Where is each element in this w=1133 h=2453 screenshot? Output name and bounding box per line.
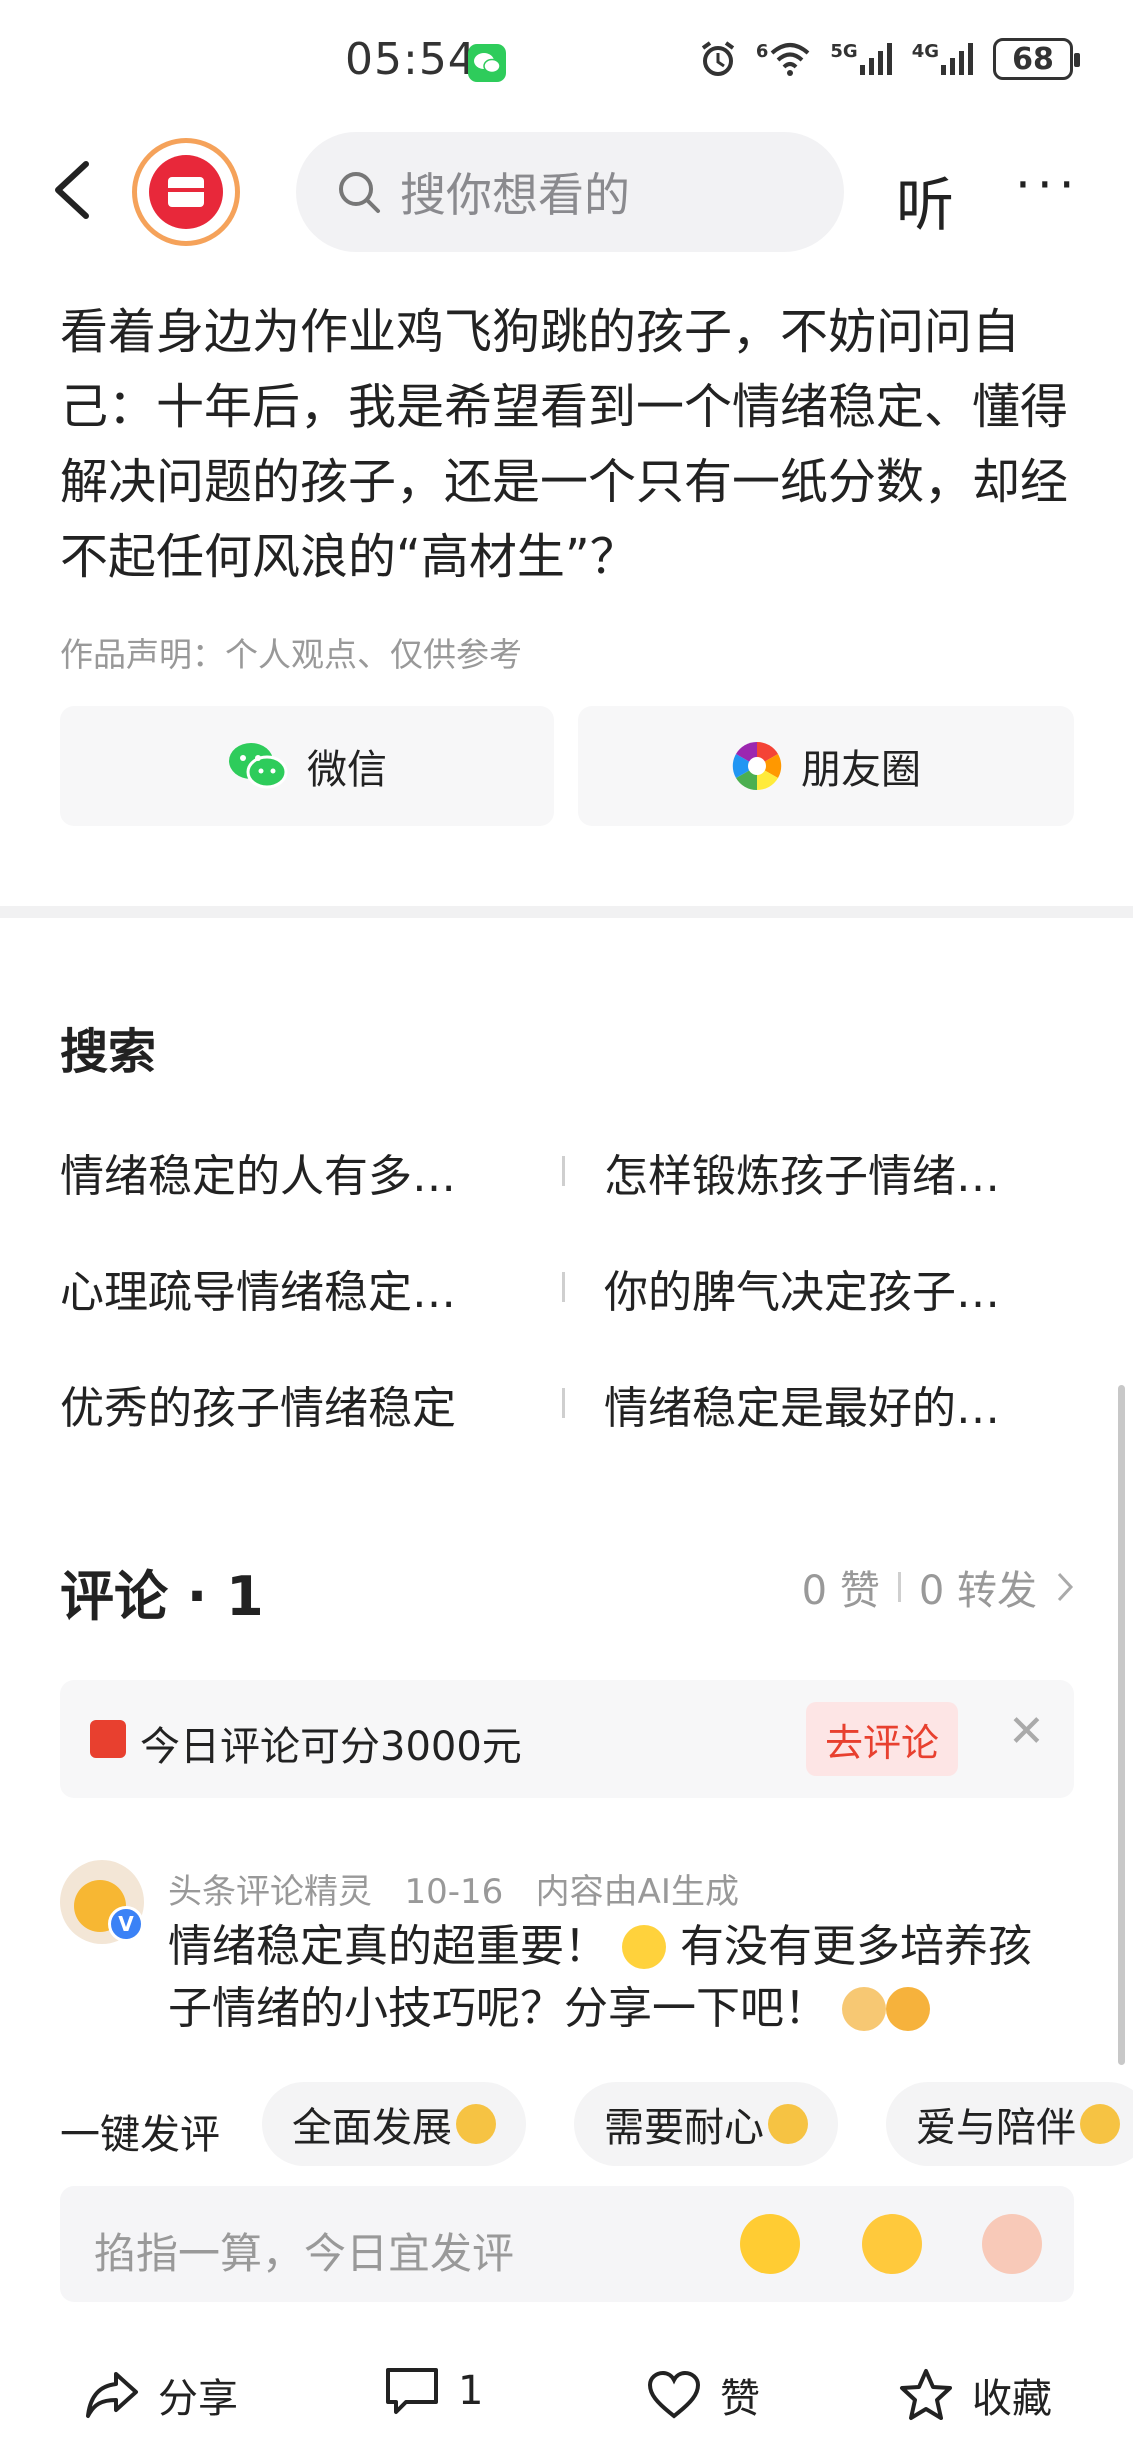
- share-moments-label: 朋友圈: [801, 747, 921, 793]
- chevron-right-icon: [1057, 1572, 1074, 1602]
- search-suggestion[interactable]: 你的脾气决定孩子…: [604, 1256, 1000, 1320]
- more-options-icon[interactable]: ···: [1015, 160, 1081, 210]
- heart-icon: [647, 2370, 701, 2419]
- comment-input-placeholder: 掐指一算，今日宜发评: [94, 2229, 515, 2278]
- status-icons: 6 5G 4G 68: [698, 38, 1080, 80]
- alarm-icon: [701, 41, 735, 76]
- comments-title: 评论 · 1: [60, 1565, 264, 1628]
- comment-text[interactable]: 情绪稳定真的超重要！ 有没有更多培养孩子情绪的小技巧呢？分享一下吧！: [168, 1916, 1068, 2040]
- section-divider: [0, 906, 1133, 918]
- share-wechat-button[interactable]: 微信: [60, 706, 554, 826]
- search-suggestion[interactable]: 怎样锻炼孩子情绪…: [604, 1140, 1000, 1204]
- go-comment-button[interactable]: 去评论: [806, 1702, 958, 1776]
- wechat-icon: [229, 743, 288, 789]
- 4g-label: 4G: [911, 41, 939, 62]
- signal-icon-2: [941, 43, 973, 75]
- search-suggestion[interactable]: 情绪稳定是最好的…: [604, 1372, 1000, 1436]
- share-wechat-label: 微信: [307, 747, 387, 793]
- pray-emoji-icon[interactable]: [982, 2214, 1042, 2274]
- chevron-left-icon: [55, 161, 89, 219]
- battery-indicator: 68: [993, 38, 1080, 80]
- muscle-emoji-icon: [886, 1987, 930, 2031]
- quick-reply-label: 一键发评: [60, 2112, 220, 2158]
- share-icon: [86, 2372, 138, 2418]
- comment-author[interactable]: 头条评论精灵: [168, 1872, 372, 1912]
- comment-meta: 头条评论精灵 10-16 内容由AI生成: [168, 1864, 739, 1913]
- promo-text: 今日评论可分3000元: [140, 1724, 522, 1770]
- back-button[interactable]: [50, 160, 94, 220]
- reposts-count: 0 转发: [918, 1568, 1037, 1614]
- favorite-button[interactable]: 收藏: [898, 2366, 1052, 2424]
- ai-generated-tag: 内容由AI生成: [535, 1872, 739, 1912]
- article-body: 看着身边为作业鸡飞狗跳的孩子，不妨问问自己：十年后，我是希望看到一个情绪稳定、懂…: [60, 304, 1069, 585]
- search-suggestion[interactable]: 心理疏导情绪稳定…: [60, 1256, 456, 1320]
- comment-text-part1: 情绪稳定真的超重要！: [168, 1921, 608, 1972]
- wechat-notification-icon: [468, 44, 506, 82]
- search-icon: [339, 172, 380, 213]
- chip-label: 需要耐心: [604, 2105, 764, 2151]
- search-suggestion[interactable]: 情绪稳定的人有多…: [60, 1140, 456, 1204]
- comment-date: 10-16: [404, 1872, 504, 1912]
- comment-count: 1: [458, 2368, 484, 2414]
- clap-icon: [768, 2104, 808, 2144]
- suggestion-separator: [562, 1156, 565, 1186]
- search-suggestion[interactable]: 优秀的孩子情绪稳定: [60, 1372, 456, 1436]
- work-declaration: 作品声明：个人观点、仅供参考: [60, 635, 522, 674]
- close-icon[interactable]: ✕: [1008, 1706, 1045, 1757]
- 5g-label: 5G: [830, 41, 858, 62]
- wifi-icon: [771, 43, 810, 76]
- app-logo-icon[interactable]: [132, 138, 240, 246]
- comment-icon: [386, 2368, 438, 2414]
- baby-emoji-icon: [842, 1987, 886, 2031]
- listen-button[interactable]: 听: [896, 158, 954, 242]
- share-moments-button[interactable]: 朋友圈: [578, 706, 1074, 826]
- star-emoji-icon: [622, 1925, 666, 1969]
- share-button[interactable]: 分享: [84, 2366, 238, 2424]
- comment-stats[interactable]: 0 赞 0 转发: [802, 1558, 1075, 1616]
- clap-icon: [1080, 2104, 1120, 2144]
- search-section-title: 搜索: [60, 1024, 157, 1080]
- comment-input[interactable]: 掐指一算，今日宜发评: [60, 2186, 1074, 2302]
- battery-level: 68: [1012, 41, 1054, 77]
- chip-label: 全面发展: [292, 2105, 452, 2151]
- quick-reply-chip[interactable]: 爱与陪伴: [886, 2082, 1133, 2166]
- chip-label: 爱与陪伴: [916, 2105, 1076, 2151]
- suggestion-separator: [562, 1388, 565, 1418]
- scrollbar[interactable]: [1118, 1385, 1125, 2065]
- comment-button[interactable]: 1: [384, 2366, 483, 2416]
- suggestion-separator: [562, 1272, 565, 1302]
- verified-badge-icon: V: [108, 1906, 144, 1942]
- thumbs-up-icon: [456, 2104, 496, 2144]
- like-button[interactable]: 赞: [646, 2366, 760, 2424]
- smirk-emoji-icon[interactable]: [862, 2214, 922, 2274]
- star-icon: [900, 2369, 952, 2420]
- favorite-label: 收藏: [972, 2376, 1052, 2422]
- signal-icon-1: [859, 43, 892, 75]
- bottom-action-bar: 分享 1 赞 收藏: [0, 2330, 1133, 2453]
- stats-separator: [897, 1572, 901, 1602]
- quick-reply-chip[interactable]: 需要耐心: [574, 2082, 838, 2166]
- search-bar[interactable]: 搜你想看的: [296, 132, 844, 252]
- moments-icon: [732, 741, 782, 791]
- quick-reply-chip[interactable]: 全面发展: [262, 2082, 526, 2166]
- wifi-label: 6: [755, 41, 769, 62]
- comment-promo-banner: 今日评论可分3000元 去评论 ✕: [60, 1680, 1074, 1798]
- hug-emoji-icon[interactable]: [740, 2214, 800, 2274]
- search-placeholder: 搜你想看的: [400, 168, 630, 222]
- like-label: 赞: [720, 2376, 760, 2422]
- red-envelope-icon: [90, 1720, 126, 1758]
- share-label: 分享: [158, 2376, 238, 2422]
- status-time: 05:54: [345, 34, 477, 85]
- likes-count: 0 赞: [801, 1568, 880, 1614]
